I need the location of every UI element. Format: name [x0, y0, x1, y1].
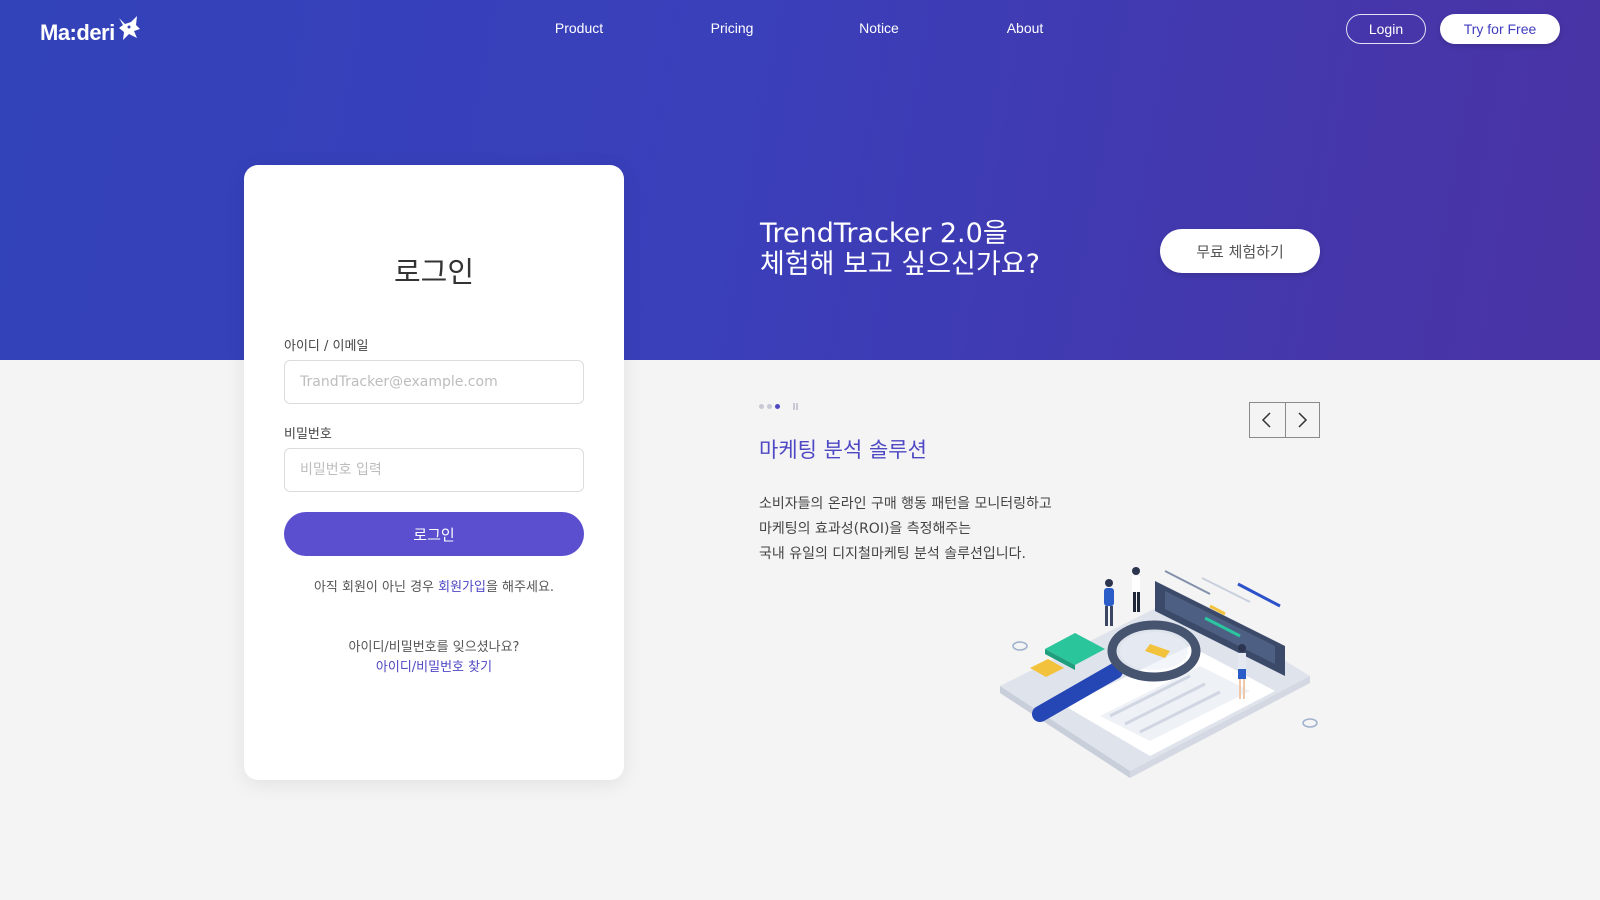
pause-icon[interactable]: [793, 403, 798, 410]
next-slide-button[interactable]: [1284, 403, 1320, 437]
find-account-link[interactable]: 아이디/비밀번호 찾기: [376, 660, 492, 675]
feature-desc-line2: 마케팅의 효과성(ROI)을 측정해주는: [759, 521, 972, 537]
feature-description: 소비자들의 온라인 구매 행동 패턴을 모니터링하고 마케팅의 효과성(ROI)…: [759, 492, 1052, 567]
try-for-free-button[interactable]: Try for Free: [1440, 14, 1560, 44]
chevron-right-icon: [1298, 412, 1308, 428]
login-card: 로그인 아이디 / 이메일 비밀번호 로그인 아직 회원이 아닌 경우 회원가입…: [244, 165, 624, 780]
signup-link[interactable]: 회원가입: [438, 580, 486, 595]
nav-notice[interactable]: Notice: [859, 20, 899, 36]
nav-product[interactable]: Product: [555, 20, 603, 36]
magnifier-illustration: [1000, 567, 1318, 778]
chevron-left-icon: [1262, 412, 1271, 428]
login-title: 로그인: [393, 255, 475, 289]
feature-title: 마케팅 분석 솔루션: [759, 438, 927, 462]
slider-indicator: [759, 403, 798, 410]
slider-arrows: [1249, 402, 1320, 438]
nav-about[interactable]: About: [1007, 20, 1044, 36]
login-button[interactable]: Login: [1346, 14, 1426, 44]
forgot-question: 아이디/비밀번호를 잊으셨나요?: [348, 640, 520, 655]
forgot-container: 아이디/비밀번호 찾기: [244, 656, 624, 675]
hero-title: TrendTracker 2.0을 체험해 보고 싶으신가요?: [760, 218, 1040, 280]
password-input[interactable]: [284, 448, 584, 492]
prev-slide-button[interactable]: [1250, 403, 1285, 437]
hero-banner: Ma:deri Product Pricing Notice About Log…: [0, 0, 1600, 360]
slide-dot-2[interactable]: [767, 404, 772, 409]
hero-title-line1: TrendTracker 2.0을: [760, 218, 1008, 249]
hero-title-line2: 체험해 보고 싶으신가요?: [760, 249, 1040, 280]
id-label: 아이디 / 이메일: [284, 339, 369, 354]
feature-desc-line3: 국내 유일의 디지철마케팅 분석 솔루션입니다.: [759, 546, 1026, 562]
signup-prompt: 아직 회원이 아닌 경우 회원가입을 해주세요.: [244, 576, 624, 595]
slide-dot-1[interactable]: [759, 404, 764, 409]
signup-prefix: 아직 회원이 아닌 경우: [313, 580, 439, 595]
feature-desc-line1: 소비자들의 온라인 구매 행동 패턴을 모니터링하고: [759, 496, 1052, 512]
id-email-input[interactable]: [284, 360, 584, 404]
slide-dot-3[interactable]: [775, 404, 780, 409]
free-trial-button[interactable]: 무료 체험하기: [1160, 229, 1320, 273]
login-submit-button[interactable]: 로그인: [284, 512, 584, 556]
signup-suffix: 을 해주세요.: [485, 580, 555, 595]
nav-pricing[interactable]: Pricing: [711, 20, 754, 36]
password-label: 비밀번호: [284, 427, 332, 442]
